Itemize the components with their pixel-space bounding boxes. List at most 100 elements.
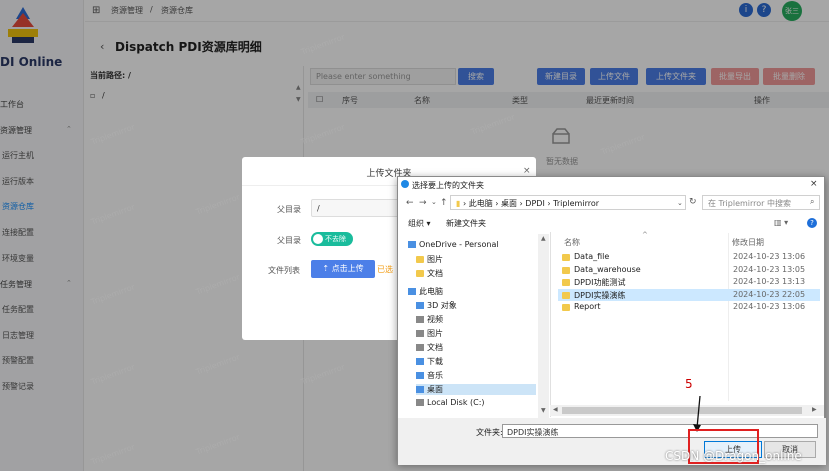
nav-item-label: 图片 — [427, 255, 443, 264]
nav-scrollbar[interactable] — [538, 234, 549, 419]
option-label: 父目录 — [277, 236, 301, 245]
scroll-thumb[interactable] — [562, 407, 802, 414]
scroll-left-icon[interactable]: ◀ — [553, 406, 558, 413]
file-list-label: 文件列表 — [268, 266, 300, 275]
col-date-header[interactable]: 修改日期 — [732, 237, 764, 248]
close-icon[interactable]: × — [523, 166, 531, 176]
upload-icon: ⇡ — [322, 264, 332, 273]
address-segment-desktop[interactable]: 桌面 — [501, 199, 517, 208]
recent-dropdown-icon[interactable]: ⌄ — [431, 198, 437, 206]
address-dropdown-icon[interactable]: ⌄ — [677, 199, 683, 207]
file-name: Data_warehouse — [574, 264, 641, 274]
folder-icon — [562, 304, 570, 311]
nav-item[interactable]: 图片 — [416, 328, 536, 339]
back-arrow-icon[interactable]: ← — [406, 198, 414, 208]
disk-icon — [416, 399, 424, 406]
search-input[interactable]: 在 Triplemirror 中搜索 — [702, 195, 820, 210]
view-options-icon[interactable]: ▥ ▾ — [774, 218, 788, 227]
picker-title: 选择要上传的文件夹 — [412, 181, 484, 190]
nav-item[interactable]: 文档 — [416, 268, 536, 279]
music-icon — [416, 372, 424, 379]
file-date: 2024-10-23 13:06 — [733, 302, 806, 311]
help-icon[interactable]: ? — [807, 218, 817, 228]
address-segment-triplemirror[interactable]: Triplemirror — [553, 199, 599, 208]
scroll-down-icon[interactable]: ▼ — [541, 407, 546, 414]
up-arrow-icon[interactable]: ↑ — [440, 198, 448, 208]
selected-status: 已选 — [377, 265, 393, 274]
nav-item-label: Local Disk (C:) — [427, 398, 485, 407]
scroll-right-icon[interactable]: ▶ — [812, 406, 817, 413]
nav-item[interactable]: 图片 — [416, 254, 536, 265]
annotation-arrow-icon — [693, 395, 701, 432]
folder-icon — [416, 270, 424, 277]
organize-menu[interactable]: 组织 ▾ — [408, 218, 431, 229]
file-row[interactable]: Data_warehouse 2024-10-23 13:05 — [558, 264, 820, 276]
computer-icon — [408, 288, 416, 295]
cloud-icon — [408, 241, 416, 248]
nav-item-label: 文档 — [427, 269, 443, 278]
sort-caret-icon: ^ — [642, 231, 648, 239]
file-date: 2024-10-23 22:05 — [733, 289, 806, 299]
forward-arrow-icon[interactable]: → — [419, 198, 427, 208]
nav-item[interactable]: Local Disk (C:) — [416, 398, 536, 407]
step-number: 5 — [685, 377, 693, 391]
desktop-icon — [416, 386, 424, 393]
nav-item-label: 文档 — [427, 343, 443, 352]
nav-item[interactable]: 视频 — [416, 314, 536, 325]
nav-item-label: 3D 对象 — [427, 301, 457, 310]
file-row[interactable]: DPDI功能测试 2024-10-23 13:13 — [558, 276, 820, 288]
nav-item[interactable]: 文档 — [416, 342, 536, 353]
edge-app-icon — [401, 180, 409, 188]
nav-item[interactable]: 音乐 — [416, 370, 536, 381]
scroll-up-icon[interactable]: ▲ — [541, 235, 546, 242]
address-segment-dpdi[interactable]: DPDI — [525, 199, 545, 208]
video-icon — [416, 316, 424, 323]
parent-dir-input[interactable]: / — [311, 199, 401, 217]
file-row[interactable]: Data_file 2024-10-23 13:06 — [558, 251, 820, 263]
document-icon — [416, 344, 424, 351]
file-row[interactable]: DPDI实操演练 2024-10-23 22:05 — [558, 288, 820, 301]
search-icon[interactable]: ⌕ — [810, 197, 814, 207]
refresh-icon[interactable]: ↻ — [689, 197, 697, 207]
nav-item[interactable]: 此电脑 — [408, 286, 536, 297]
new-folder-button[interactable]: 新建文件夹 — [446, 218, 486, 229]
cube-icon — [416, 302, 424, 309]
overwrite-toggle[interactable]: 不去除 — [311, 232, 353, 246]
nav-item-label: 音乐 — [427, 371, 443, 380]
col-name-header[interactable]: 名称 — [564, 237, 580, 248]
folder-picker-dialog: 选择要上传的文件夹 × ← → ⌄ ↑ ▮ › 此电脑 › 桌面 › DPDI … — [397, 176, 826, 465]
file-date: 2024-10-23 13:05 — [733, 264, 806, 274]
click-upload-button[interactable]: ⇡ 点击上传 — [311, 260, 375, 278]
picture-icon — [416, 330, 424, 337]
pane-divider — [550, 232, 551, 417]
folder-icon: ▮ — [456, 199, 461, 208]
folder-icon — [562, 279, 570, 286]
nav-item-label: 桌面 — [427, 385, 443, 394]
download-icon — [416, 358, 424, 365]
nav-item-label: 视频 — [427, 315, 443, 324]
address-segment-pc[interactable]: 此电脑 — [469, 199, 493, 208]
nav-item[interactable]: 下载 — [416, 356, 536, 367]
nav-item-label: OneDrive - Personal — [419, 240, 499, 249]
folder-icon — [416, 256, 424, 263]
click-upload-label: 点击上传 — [331, 264, 364, 273]
folder-name-input[interactable]: DPDI实操演练 — [502, 424, 818, 438]
navigation-pane: OneDrive - Personal 图片 文档 此电脑 3D 对象 视频 图片 文档 下载音… — [398, 234, 551, 417]
folder-icon — [562, 266, 570, 274]
file-date: 2024-10-23 13:06 — [733, 252, 806, 261]
file-name: Report — [574, 302, 601, 311]
file-date: 2024-10-23 13:13 — [733, 277, 806, 286]
nav-item-label: 此电脑 — [419, 287, 443, 296]
close-icon[interactable]: × — [810, 179, 818, 189]
file-row[interactable]: Report 2024-10-23 13:06 — [558, 301, 820, 313]
address-bar[interactable]: ▮ › 此电脑 › 桌面 › DPDI › Triplemirror — [450, 195, 686, 210]
nav-item[interactable]: OneDrive - Personal — [408, 240, 536, 249]
nav-item[interactable]: 3D 对象 — [416, 300, 536, 311]
folder-icon — [562, 254, 570, 261]
file-name: DPDI实操演练 — [574, 290, 626, 300]
credit-watermark: CSDN @Dragon_online — [665, 449, 802, 463]
nav-item[interactable]: 桌面 — [416, 384, 536, 395]
file-name: Data_file — [574, 252, 610, 261]
nav-item-label: 图片 — [427, 329, 443, 338]
folder-name-label: 文件夹: — [476, 428, 503, 437]
